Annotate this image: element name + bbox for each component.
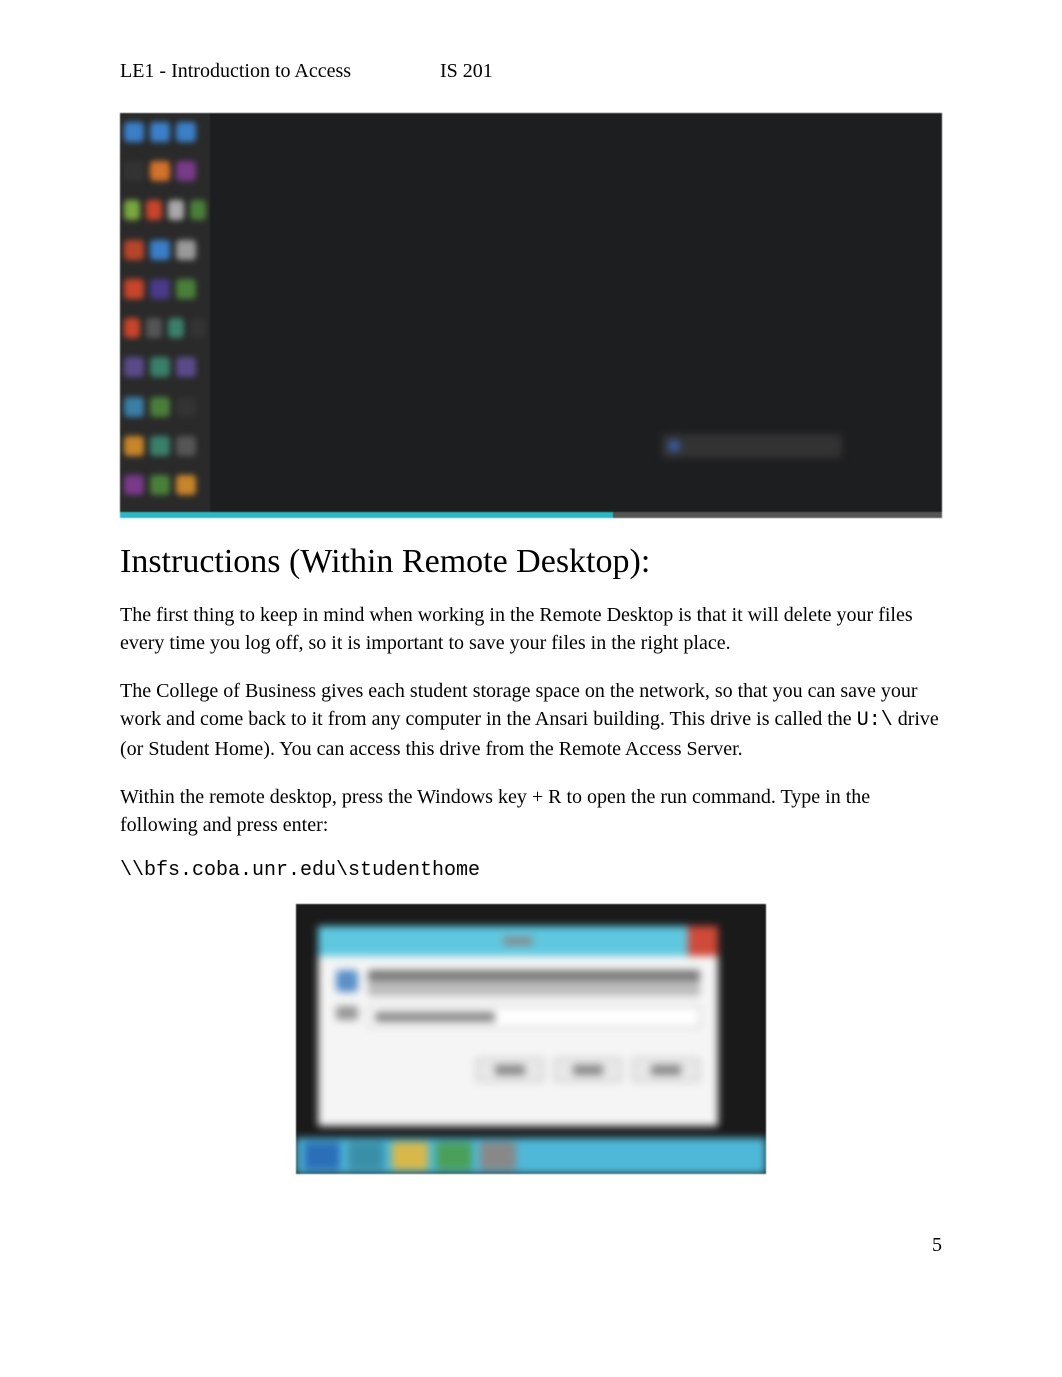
browse-button (632, 1058, 700, 1082)
app-icon (150, 161, 170, 181)
app-icon (176, 240, 196, 260)
run-body (318, 956, 718, 1048)
app-icon (176, 122, 196, 142)
taskbar-item (392, 1142, 428, 1170)
app-icon (150, 436, 170, 456)
app-icon (150, 357, 170, 377)
app-icon (176, 357, 196, 377)
run-buttons (318, 1048, 718, 1092)
paragraph-1: The first thing to keep in mind when wor… (120, 601, 942, 657)
app-icon (146, 318, 162, 338)
start-button (304, 1142, 340, 1170)
remote-desktop-screenshot (120, 113, 942, 518)
app-icon (150, 279, 170, 299)
app-icon (124, 357, 144, 377)
app-icon (124, 200, 140, 220)
header-left: LE1 - Introduction to Access (120, 60, 440, 83)
app-icon (124, 161, 144, 181)
taskbar-item (436, 1142, 472, 1170)
run-title-text (503, 937, 533, 945)
run-description (368, 970, 700, 996)
app-icon (124, 397, 144, 417)
run-dialog-window (318, 926, 718, 1126)
taskbar-item (480, 1142, 516, 1170)
run-icon (336, 970, 358, 992)
paragraph-2: The College of Business gives each stude… (120, 677, 942, 763)
paragraph-3: Within the remote desktop, press the Win… (120, 783, 942, 839)
app-icon (150, 240, 170, 260)
app-icon (150, 475, 170, 495)
app-icon (150, 122, 170, 142)
app-icon (168, 200, 184, 220)
section-heading: Instructions (Within Remote Desktop): (120, 543, 942, 581)
app-icon (124, 475, 144, 495)
app-icon (176, 161, 196, 181)
run-titlebar (318, 926, 718, 956)
app-icon (124, 122, 144, 142)
app-icon (176, 436, 196, 456)
paragraph-2-a: The College of Business gives each stude… (120, 680, 918, 730)
close-icon (688, 926, 718, 956)
app-icon (176, 279, 196, 299)
app-icon (190, 318, 206, 338)
command-line: \\bfs.coba.unr.edu\studenthome (120, 859, 942, 882)
drive-code: U:\ (857, 709, 893, 732)
page-header: LE1 - Introduction to Access IS 201 (120, 60, 942, 83)
open-label (336, 1006, 358, 1020)
app-icon (124, 436, 144, 456)
app-icon (146, 200, 162, 220)
page-number: 5 (120, 1234, 942, 1257)
app-icon (150, 397, 170, 417)
run-dialog-screenshot (296, 904, 766, 1174)
app-icon (190, 200, 206, 220)
app-icon (176, 397, 196, 417)
app-icon (124, 279, 144, 299)
app-icon (168, 318, 184, 338)
notification-icon (668, 440, 680, 452)
run-input-text (375, 1012, 495, 1022)
ok-button (476, 1058, 544, 1082)
app-icon (124, 240, 144, 260)
taskbar (296, 1138, 766, 1174)
app-icon (124, 318, 140, 338)
cancel-button (554, 1058, 622, 1082)
taskbar-edge (120, 512, 942, 518)
header-right: IS 201 (440, 60, 493, 83)
app-icon (176, 475, 196, 495)
run-input (368, 1006, 700, 1028)
notification-bar (662, 434, 842, 458)
desktop-sidebar (120, 113, 210, 518)
desktop-main-area (210, 113, 942, 518)
taskbar-item (348, 1142, 384, 1170)
